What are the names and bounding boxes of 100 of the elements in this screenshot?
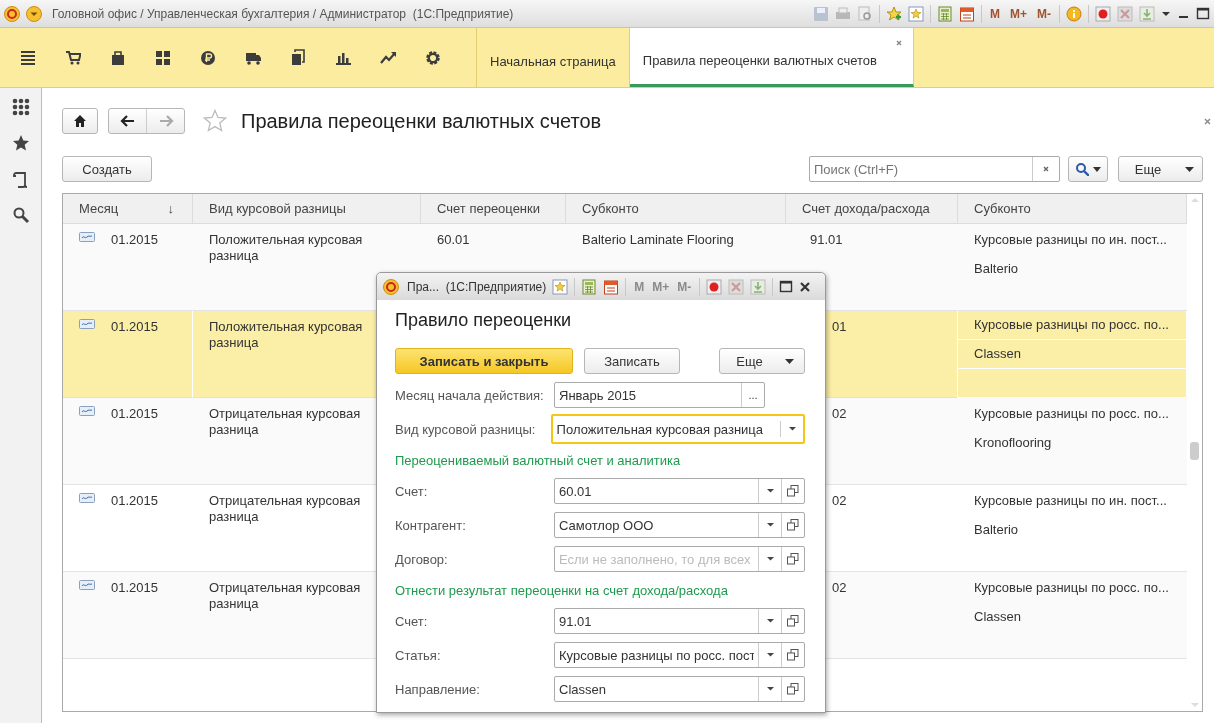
dropdown-icon[interactable] (766, 489, 774, 493)
search-icon (1075, 162, 1089, 176)
info-icon[interactable] (1066, 5, 1082, 22)
calendar-icon[interactable] (959, 5, 975, 22)
table-cell-text: Balterio (974, 261, 1020, 277)
table-cell-text: Положительная курсовая разница (209, 232, 364, 264)
table-cell-text: Отрицательная курсовая разница (209, 493, 362, 525)
close-icon[interactable] (799, 280, 812, 293)
open-icon[interactable] (787, 553, 799, 565)
calculator-icon[interactable] (937, 5, 953, 22)
dropdown-icon[interactable] (766, 619, 774, 623)
field-input[interactable]: Положительная курсовая разница (552, 416, 780, 442)
open-icon[interactable] (787, 485, 799, 497)
record-icon (79, 580, 95, 590)
tab[interactable]: Правила переоценки валютных счетов (629, 28, 914, 87)
field-label: Статья: (395, 647, 442, 663)
column-header[interactable]: Субконто (566, 194, 786, 224)
scrollbar-thumb[interactable] (1190, 442, 1199, 460)
calendar-icon[interactable] (603, 278, 620, 295)
table-cell-text: Kronoflooring (974, 435, 1053, 451)
caret-icon (1185, 166, 1195, 172)
maximize-icon[interactable] (1196, 7, 1210, 20)
settings-icon[interactable] (425, 49, 441, 66)
table-cell-text: Курсовые разницы по ин. пост... (974, 493, 1168, 509)
clear-icon[interactable] (1042, 165, 1050, 173)
field-input[interactable]: Если не заполнено, то для всех (555, 547, 758, 571)
combo-field[interactable]: Самотлор ООО (554, 512, 805, 538)
coin-icon[interactable] (200, 49, 216, 66)
logo-icon[interactable] (383, 278, 399, 295)
table-cell-text: Курсовые разницы по росс. по... (974, 406, 1170, 422)
caret-icon[interactable] (1161, 9, 1171, 18)
record-icon[interactable] (706, 278, 723, 295)
dropdown-icon[interactable] (766, 687, 774, 691)
field-input[interactable]: 91.01 (555, 609, 758, 633)
dropdown-icon[interactable] (766, 557, 774, 561)
page-title: Правила переоценки валютных счетов (241, 109, 602, 133)
search-input[interactable]: Поиск (Ctrl+F) (810, 157, 1032, 181)
home-button[interactable] (62, 108, 98, 134)
choice-button[interactable]: ... (741, 383, 764, 407)
field-input[interactable]: Classen (555, 677, 758, 701)
search-field[interactable]: Поиск (Ctrl+F) (809, 156, 1060, 182)
trend-icon[interactable] (380, 49, 396, 66)
logo-icon[interactable] (4, 5, 20, 22)
field-label: Направление: (395, 681, 481, 697)
record-icon[interactable] (1095, 5, 1111, 22)
history-icon[interactable] (11, 170, 30, 188)
bag-icon[interactable] (110, 49, 126, 66)
dropdown-icon[interactable] (766, 523, 774, 527)
column-header[interactable]: Вид курсовой разницы (193, 194, 421, 224)
maximize-icon[interactable] (779, 280, 794, 293)
apps-icon[interactable] (11, 98, 30, 116)
add-favorite-icon[interactable] (886, 5, 902, 22)
combo-field[interactable]: Если не заполнено, то для всех (554, 546, 805, 572)
field-label: Вид курсовой разницы: (395, 421, 537, 437)
calculator-icon[interactable] (581, 278, 598, 295)
memory-button[interactable]: M (988, 6, 1002, 21)
field-label: Договор: (395, 551, 449, 567)
combo-field[interactable]: 60.01 (554, 478, 805, 504)
field-input[interactable]: Январь 2015 (555, 383, 741, 407)
more-button[interactable]: Еще (719, 348, 805, 374)
save-button[interactable]: Записать (584, 348, 680, 374)
documents-icon[interactable] (290, 49, 306, 66)
field-label: Месяц начала действия: (395, 387, 545, 403)
field-input[interactable]: Самотлор ООО (555, 513, 758, 537)
star-outline-icon[interactable] (203, 109, 227, 133)
input-field[interactable]: Январь 2015 ... (554, 382, 765, 408)
star-icon[interactable] (11, 134, 30, 152)
combo-field[interactable]: Classen (554, 676, 805, 702)
record-icon (79, 406, 95, 416)
save-and-close-button[interactable]: Записать и закрыть (395, 348, 573, 374)
open-icon[interactable] (787, 519, 799, 531)
menu-icon[interactable] (20, 49, 36, 66)
field-label: Контрагент: (395, 517, 467, 533)
dropdown-icon[interactable] (26, 5, 42, 22)
table-cell-text: Положительная курсовая разница (209, 319, 364, 351)
open-icon[interactable] (787, 683, 799, 695)
open-icon[interactable] (787, 615, 799, 627)
column-header[interactable]: Счет переоценки (421, 194, 566, 224)
cart-icon[interactable] (65, 49, 81, 66)
grid-icon[interactable] (155, 49, 171, 66)
column-header[interactable]: Счет дохода/расхода (786, 194, 958, 224)
memory-button[interactable]: M- (1035, 6, 1053, 21)
tab[interactable]: Начальная страница (477, 28, 630, 87)
memory-button[interactable]: M+ (1008, 6, 1029, 21)
back-arrow-icon (119, 114, 136, 128)
field-input[interactable]: 60.01 (555, 479, 758, 503)
table-cell: 01.2015 (111, 493, 158, 509)
search-button[interactable] (1068, 156, 1108, 182)
open-icon[interactable] (787, 649, 799, 661)
section-title: Переоцениваемый валютный счет и аналитика (395, 451, 682, 470)
search-icon[interactable] (11, 206, 30, 224)
combo-field[interactable]: 91.01 (554, 608, 805, 634)
dropdown-icon[interactable] (788, 427, 796, 431)
combo-field[interactable]: Положительная курсовая разница (550, 414, 805, 444)
more-button[interactable]: Еще (1118, 156, 1203, 182)
create-button[interactable]: Создать (62, 156, 152, 182)
forward-arrow-icon (157, 114, 174, 128)
column-header[interactable]: Субконто (958, 194, 1187, 224)
dropdown-icon[interactable] (766, 653, 774, 657)
record-icon (79, 493, 95, 503)
